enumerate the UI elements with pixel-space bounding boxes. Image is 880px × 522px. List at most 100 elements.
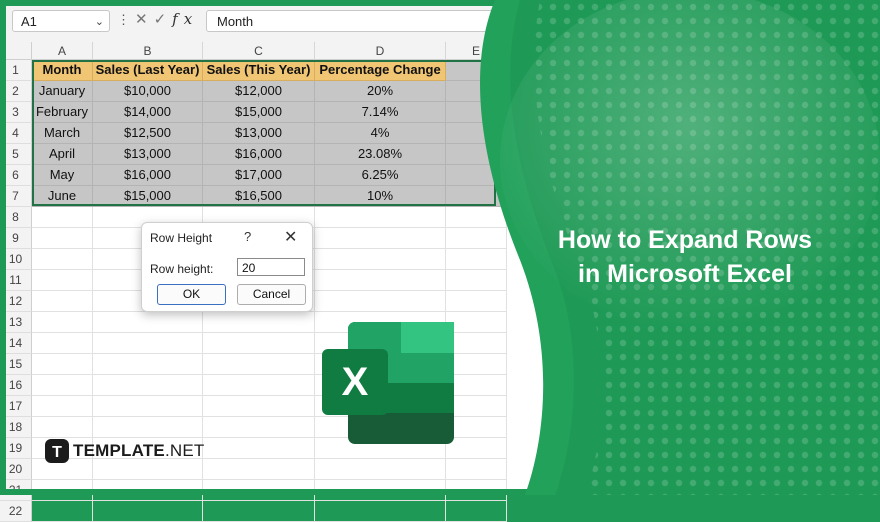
- row-header-1[interactable]: 1: [0, 60, 32, 81]
- insert-function-icon[interactable]: fx: [172, 10, 198, 28]
- empty-cell[interactable]: [32, 333, 93, 354]
- empty-cell[interactable]: [446, 480, 507, 501]
- row-header-10[interactable]: 10: [0, 249, 32, 270]
- row-header-17[interactable]: 17: [0, 396, 32, 417]
- column-header-b[interactable]: B: [93, 42, 203, 60]
- more-options-icon[interactable]: ⋮: [117, 12, 130, 28]
- column-header-a[interactable]: A: [32, 42, 93, 60]
- table-cell[interactable]: $12,500: [93, 123, 203, 144]
- table-cell[interactable]: May: [32, 165, 93, 186]
- empty-cell[interactable]: [446, 312, 507, 333]
- empty-cell[interactable]: [93, 312, 203, 333]
- cancel-button[interactable]: Cancel: [237, 284, 306, 305]
- empty-cell[interactable]: [315, 459, 446, 480]
- empty-cell[interactable]: [32, 417, 93, 438]
- empty-cell[interactable]: [446, 165, 507, 186]
- empty-cell[interactable]: [203, 501, 315, 522]
- empty-cell[interactable]: [93, 396, 203, 417]
- formula-input[interactable]: Month: [206, 10, 866, 32]
- empty-cell[interactable]: [203, 333, 315, 354]
- empty-cell[interactable]: [203, 459, 315, 480]
- table-cell[interactable]: 4%: [315, 123, 446, 144]
- empty-cell[interactable]: [446, 123, 507, 144]
- table-cell[interactable]: $16,000: [203, 144, 315, 165]
- row-header-11[interactable]: 11: [0, 270, 32, 291]
- empty-cell[interactable]: [315, 480, 446, 501]
- empty-cell[interactable]: [446, 417, 507, 438]
- table-cell[interactable]: 7.14%: [315, 102, 446, 123]
- empty-cell[interactable]: [446, 354, 507, 375]
- empty-cell[interactable]: [446, 459, 507, 480]
- empty-cell[interactable]: [446, 186, 507, 207]
- empty-cell[interactable]: [446, 291, 507, 312]
- table-header-cell[interactable]: Sales (This Year): [203, 60, 315, 81]
- row-header-22[interactable]: 22: [0, 501, 32, 522]
- row-height-input[interactable]: 20: [237, 258, 305, 276]
- row-header-8[interactable]: 8: [0, 207, 32, 228]
- empty-cell[interactable]: [203, 417, 315, 438]
- row-header-16[interactable]: 16: [0, 375, 32, 396]
- empty-cell[interactable]: [93, 354, 203, 375]
- row-header-3[interactable]: 3: [0, 102, 32, 123]
- table-cell[interactable]: 23.08%: [315, 144, 446, 165]
- empty-cell[interactable]: [32, 396, 93, 417]
- chevron-down-icon[interactable]: ⌄: [95, 11, 104, 33]
- table-cell[interactable]: $15,000: [203, 102, 315, 123]
- table-header-cell[interactable]: Month: [32, 60, 93, 81]
- empty-cell[interactable]: [93, 417, 203, 438]
- empty-cell[interactable]: [446, 207, 507, 228]
- table-cell[interactable]: $16,000: [93, 165, 203, 186]
- empty-cell[interactable]: [93, 501, 203, 522]
- table-cell[interactable]: $17,000: [203, 165, 315, 186]
- empty-cell[interactable]: [32, 501, 93, 522]
- empty-cell[interactable]: [32, 291, 93, 312]
- row-header-5[interactable]: 5: [0, 144, 32, 165]
- row-header-4[interactable]: 4: [0, 123, 32, 144]
- table-cell[interactable]: $13,000: [93, 144, 203, 165]
- empty-cell[interactable]: [203, 396, 315, 417]
- enter-icon[interactable]: ✓: [154, 11, 173, 28]
- table-cell[interactable]: 10%: [315, 186, 446, 207]
- empty-cell[interactable]: [446, 144, 507, 165]
- table-cell[interactable]: January: [32, 81, 93, 102]
- table-cell[interactable]: $16,500: [203, 186, 315, 207]
- empty-cell[interactable]: [203, 438, 315, 459]
- empty-cell[interactable]: [32, 354, 93, 375]
- empty-cell[interactable]: [446, 333, 507, 354]
- empty-cell[interactable]: [315, 228, 446, 249]
- empty-cell[interactable]: [93, 375, 203, 396]
- row-header-15[interactable]: 15: [0, 354, 32, 375]
- row-header-20[interactable]: 20: [0, 459, 32, 480]
- empty-cell[interactable]: [315, 249, 446, 270]
- table-cell[interactable]: 20%: [315, 81, 446, 102]
- table-cell[interactable]: $12,000: [203, 81, 315, 102]
- ok-button[interactable]: OK: [157, 284, 226, 305]
- cancel-icon[interactable]: ✕: [135, 11, 154, 28]
- empty-cell[interactable]: [93, 333, 203, 354]
- empty-cell[interactable]: [203, 480, 315, 501]
- empty-cell[interactable]: [203, 375, 315, 396]
- row-header-14[interactable]: 14: [0, 333, 32, 354]
- empty-cell[interactable]: [32, 249, 93, 270]
- row-header-7[interactable]: 7: [0, 186, 32, 207]
- empty-cell[interactable]: [93, 459, 203, 480]
- row-header-2[interactable]: 2: [0, 81, 32, 102]
- empty-cell[interactable]: [446, 102, 507, 123]
- empty-cell[interactable]: [446, 270, 507, 291]
- table-cell[interactable]: $13,000: [203, 123, 315, 144]
- table-cell[interactable]: March: [32, 123, 93, 144]
- table-cell[interactable]: $15,000: [93, 186, 203, 207]
- empty-cell[interactable]: [446, 396, 507, 417]
- table-header-cell[interactable]: Sales (Last Year): [93, 60, 203, 81]
- empty-cell[interactable]: [315, 270, 446, 291]
- empty-cell[interactable]: [32, 207, 93, 228]
- row-header-9[interactable]: 9: [0, 228, 32, 249]
- empty-cell[interactable]: [32, 312, 93, 333]
- row-header-6[interactable]: 6: [0, 165, 32, 186]
- table-header-cell[interactable]: Percentage Change: [315, 60, 446, 81]
- empty-cell[interactable]: [203, 354, 315, 375]
- name-box[interactable]: A1 ⌄: [12, 10, 110, 32]
- table-cell[interactable]: April: [32, 144, 93, 165]
- column-header-d[interactable]: D: [315, 42, 446, 60]
- empty-cell[interactable]: [32, 480, 93, 501]
